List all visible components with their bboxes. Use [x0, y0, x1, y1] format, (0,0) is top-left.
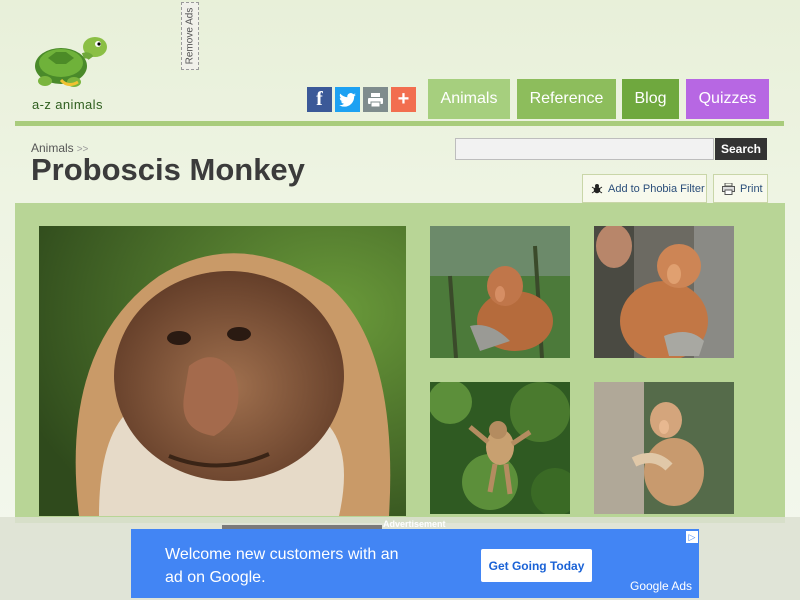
logo-text[interactable]: a-z animals: [32, 97, 103, 112]
plus-icon: +: [397, 88, 410, 110]
monkey-photo-5[interactable]: [594, 382, 734, 514]
search-input[interactable]: [455, 138, 714, 160]
turtle-logo-icon[interactable]: [28, 32, 110, 90]
monkey-photo-4[interactable]: [430, 382, 570, 514]
printer-icon: [722, 182, 735, 195]
ad-headline[interactable]: Welcome new customers with an ad on Goog…: [165, 543, 405, 589]
print-share-button[interactable]: [363, 87, 388, 112]
ad-label: Advertisement: [383, 519, 446, 529]
phobia-filter-label: Add to Phobia Filter: [608, 182, 705, 195]
spider-icon: [591, 183, 603, 195]
monkey-photo-3[interactable]: [594, 226, 734, 358]
facebook-icon: f: [316, 88, 323, 110]
remove-ads-button[interactable]: Remove Ads: [181, 2, 199, 70]
tab-quizzes[interactable]: Quizzes: [686, 79, 769, 119]
print-label: Print: [740, 182, 763, 195]
header-divider: [15, 121, 784, 126]
ad-cta-button[interactable]: Get Going Today: [481, 549, 592, 582]
phobia-filter-button[interactable]: Add to Phobia Filter: [582, 174, 707, 203]
main-monkey-photo[interactable]: [39, 226, 406, 516]
page-title: Proboscis Monkey: [31, 152, 305, 187]
tab-blog[interactable]: Blog: [622, 79, 679, 119]
ad-brand-label: Google Ads: [630, 579, 693, 593]
more-share-button[interactable]: +: [391, 87, 416, 112]
twitter-icon: [339, 92, 356, 107]
search-button[interactable]: Search: [715, 138, 767, 160]
remove-ads-label: Remove Ads: [184, 7, 196, 65]
tab-reference[interactable]: Reference: [517, 79, 616, 119]
print-button[interactable]: Print: [713, 174, 768, 203]
ad-choices-icon[interactable]: ▷: [686, 531, 698, 543]
twitter-share-button[interactable]: [335, 87, 360, 112]
tab-animals[interactable]: Animals: [428, 79, 510, 119]
facebook-share-button[interactable]: f: [307, 87, 332, 112]
print-icon: [368, 92, 383, 107]
monkey-photo-2[interactable]: [430, 226, 570, 358]
